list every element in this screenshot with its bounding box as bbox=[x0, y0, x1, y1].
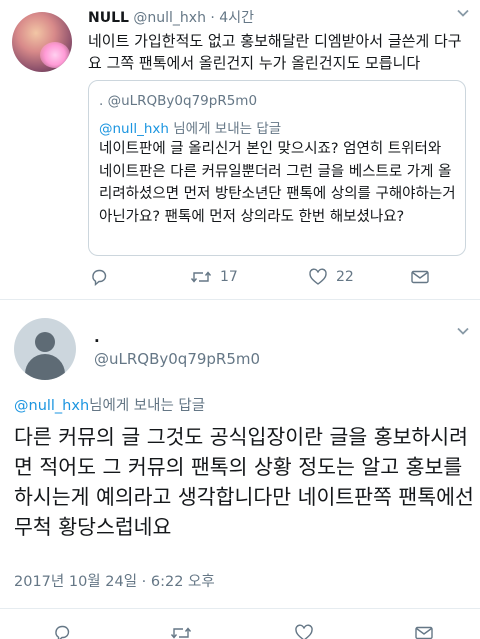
reply-icon bbox=[52, 624, 72, 639]
tweet-2[interactable]: . @uLRQBy0q79pR5m0 @null_hxh님에게 보내는 답글 다… bbox=[0, 300, 480, 639]
message-button[interactable] bbox=[414, 624, 434, 639]
avatar[interactable] bbox=[14, 318, 76, 380]
like-icon bbox=[294, 624, 314, 639]
reply-button[interactable] bbox=[90, 268, 190, 286]
reply-to-label: 님에게 보내는 답글 bbox=[89, 398, 206, 414]
chevron-down-icon[interactable] bbox=[456, 6, 470, 24]
tweet-text: 다른 커뮤의 글 그것도 공식입장이란 글을 홍보하시려면 적어도 그 커뮤의 … bbox=[14, 425, 474, 539]
user-handle[interactable]: @uLRQBy0q79pR5m0 bbox=[94, 350, 260, 368]
reply-to-label: 님에게 보내는 답글 bbox=[168, 121, 282, 137]
quoted-tweet-text: 네이트판에 글 올리신거 본인 맞으시죠? 엄연히 트위터와 네이트판은 다른 … bbox=[99, 141, 456, 225]
user-name[interactable]: . bbox=[94, 328, 100, 346]
tweet-header: NULL @null_hxh · 4시간 bbox=[88, 8, 254, 28]
avatar[interactable] bbox=[12, 12, 72, 72]
quoted-user-handle: . @uLRQBy0q79pR5m0 bbox=[99, 93, 258, 109]
like-button[interactable]: 22 bbox=[308, 268, 410, 286]
user-name[interactable]: NULL bbox=[88, 10, 129, 26]
user-handle[interactable]: @null_hxh bbox=[133, 10, 206, 26]
retweet-button[interactable]: 17 bbox=[190, 268, 308, 286]
tweet-text: 네이트 가입한적도 없고 홍보해달란 디엠받아서 글쓴게 다구요 그쪽 팬톡에서… bbox=[88, 32, 462, 72]
reply-to-link[interactable]: @null_hxh bbox=[14, 398, 89, 414]
quoted-reply-context: @null_hxh 님에게 보내는 답글 bbox=[99, 117, 281, 137]
tweet-timestamp[interactable]: 2017년 10월 24일 · 6:22 오후 bbox=[14, 570, 215, 591]
like-icon bbox=[308, 268, 328, 286]
chevron-down-icon[interactable] bbox=[456, 324, 470, 342]
reply-context: @null_hxh님에게 보내는 답글 bbox=[14, 394, 205, 415]
like-count: 22 bbox=[336, 269, 354, 285]
like-button[interactable] bbox=[294, 624, 414, 639]
retweet-button[interactable] bbox=[170, 624, 294, 639]
reply-to-link[interactable]: @null_hxh bbox=[99, 121, 169, 137]
quoted-tweet[interactable]: . @uLRQBy0q79pR5m0 @null_hxh 님에게 보내는 답글 … bbox=[88, 80, 466, 256]
divider bbox=[0, 608, 480, 609]
reply-button[interactable] bbox=[52, 624, 170, 639]
tweet-actions: 17 22 bbox=[90, 268, 430, 286]
tweet-time[interactable]: · 4시간 bbox=[210, 10, 254, 26]
retweet-icon bbox=[170, 624, 192, 639]
retweet-icon bbox=[190, 268, 212, 286]
retweet-count: 17 bbox=[220, 269, 238, 285]
focused-tweet-actions bbox=[52, 624, 434, 639]
message-button[interactable] bbox=[410, 268, 430, 286]
message-icon bbox=[414, 624, 434, 639]
message-icon bbox=[410, 268, 430, 286]
tweet-1[interactable]: NULL @null_hxh · 4시간 네이트 가입한적도 없고 홍보해달란 … bbox=[0, 0, 480, 298]
reply-icon bbox=[90, 268, 108, 286]
